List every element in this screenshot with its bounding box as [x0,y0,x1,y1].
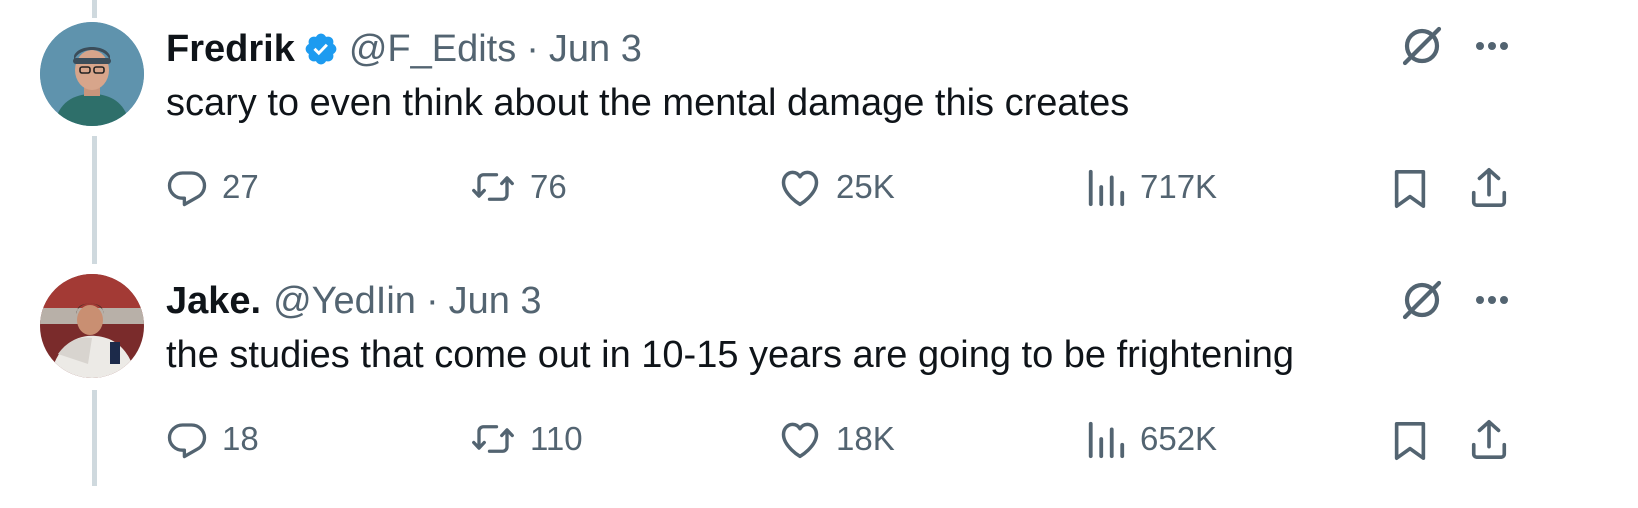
reply-button[interactable]: 27 [166,166,259,208]
avatar[interactable] [40,274,144,378]
author-name[interactable]: Jake. [166,280,261,323]
heart-icon [778,166,822,208]
reply-count: 18 [222,420,259,457]
tweet-text: scary to even think about the mental dam… [166,82,1130,124]
views-button[interactable]: 717K [1086,166,1217,208]
bookmark-icon[interactable] [1392,420,1428,467]
tweet-header: Jake. @YedIin · Jun 3 [166,278,542,324]
repost-count: 76 [530,168,567,205]
views-icon [1086,418,1126,460]
repost-button[interactable]: 76 [470,166,567,208]
separator: · [526,27,539,70]
author-handle[interactable]: @F_Edits [349,28,516,71]
more-icon[interactable] [1468,276,1516,324]
share-icon[interactable] [1468,418,1510,465]
more-icon[interactable] [1468,22,1516,70]
share-icon[interactable] [1468,166,1510,213]
author-handle[interactable]: @YedIin [273,280,416,323]
tweet-date[interactable]: Jun 3 [549,28,642,71]
views-count: 717K [1140,168,1218,205]
separator: · [425,279,439,322]
grok-icon[interactable] [1396,20,1448,72]
author-name[interactable]: Fredrik [166,28,295,71]
thread-line [92,0,97,18]
grok-icon[interactable] [1396,274,1448,326]
tweet-date[interactable]: Jun 3 [449,280,542,323]
views-icon [1086,166,1126,208]
reply-icon [166,418,208,460]
reply-count: 27 [222,168,259,205]
like-count: 25K [836,168,895,205]
thread-line [92,136,97,264]
views-button[interactable]: 652K [1086,418,1217,460]
thread-line [92,390,97,486]
like-button[interactable]: 25K [778,166,895,208]
reply-icon [166,166,208,208]
repost-icon [470,418,516,460]
repost-button[interactable]: 110 [470,418,583,460]
repost-icon [470,166,516,208]
like-count: 18K [836,420,895,457]
tweet-text: the studies that come out in 10-15 years… [166,334,1295,376]
tweet-header: Fredrik @F_Edits · Jun 3 [166,26,642,72]
reply-button[interactable]: 18 [166,418,259,460]
like-button[interactable]: 18K [778,418,895,460]
repost-count: 110 [530,420,583,457]
bookmark-icon[interactable] [1392,168,1428,215]
heart-icon [778,418,822,460]
views-count: 652K [1140,420,1218,457]
avatar[interactable] [40,22,144,126]
verified-badge-icon [303,31,339,67]
